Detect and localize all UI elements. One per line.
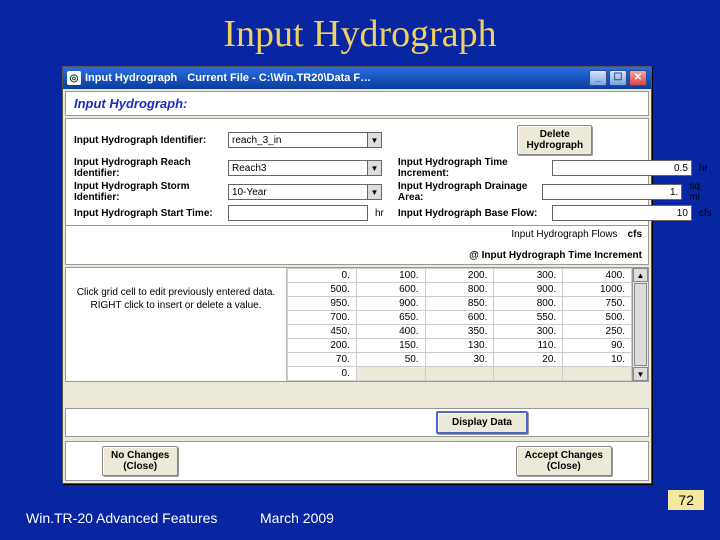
- grid-cell[interactable]: 500.: [563, 311, 632, 325]
- grid-hint: Click grid cell to edit previously enter…: [66, 268, 286, 381]
- grid-cell[interactable]: [494, 367, 563, 381]
- page-number: 72: [668, 490, 704, 510]
- delete-hydrograph-button[interactable]: Delete Hydrograph: [517, 125, 592, 155]
- grid-cell[interactable]: 300.: [494, 325, 563, 339]
- grid-cell[interactable]: 950.: [288, 297, 357, 311]
- id-input[interactable]: [228, 132, 368, 148]
- vertical-scrollbar[interactable]: ▲ ▼: [632, 268, 648, 381]
- grid-cell[interactable]: 750.: [563, 297, 632, 311]
- grid-cell[interactable]: [563, 367, 632, 381]
- flow-header: Input Hydrograph Flows cfs @ Input Hydro…: [65, 226, 649, 265]
- app-window: ◎ Input Hydrograph Current File - C:\Win…: [62, 66, 652, 484]
- scroll-thumb[interactable]: [634, 283, 647, 366]
- grid-cell[interactable]: 550.: [494, 311, 563, 325]
- baseflow-unit: cfs: [699, 208, 712, 219]
- grid-cell[interactable]: 600.: [356, 283, 425, 297]
- start-label: Input Hydrograph Start Time:: [74, 208, 224, 219]
- grid-cell[interactable]: 400.: [563, 269, 632, 283]
- form-area: Input Hydrograph Identifier: ▼ Delete Hy…: [65, 118, 649, 226]
- grid-cell[interactable]: 350.: [425, 325, 494, 339]
- increment-label: Input Hydrograph Time Increment:: [398, 157, 548, 179]
- maximize-button[interactable]: ☐: [609, 70, 627, 86]
- grid-cell[interactable]: 30.: [425, 353, 494, 367]
- window-buttons: _ ☐ ✕: [589, 70, 647, 86]
- grid-cell[interactable]: 900.: [356, 297, 425, 311]
- footer-date: March 2009: [260, 510, 334, 526]
- grid-cell[interactable]: 130.: [425, 339, 494, 353]
- grid-cell[interactable]: 450.: [288, 325, 357, 339]
- grid-cell[interactable]: 200.: [288, 339, 357, 353]
- increment-unit: hr: [699, 163, 708, 174]
- close-button[interactable]: ✕: [629, 70, 647, 86]
- grid-cell[interactable]: 150.: [356, 339, 425, 353]
- area-unit: sq mi: [689, 181, 711, 203]
- display-row: Display Data: [65, 408, 649, 437]
- scroll-down-icon[interactable]: ▼: [633, 367, 648, 381]
- grid-cell[interactable]: 300.: [494, 269, 563, 283]
- grid-cell[interactable]: 70.: [288, 353, 357, 367]
- flow-header-unit: cfs: [628, 229, 642, 240]
- footer-left: Win.TR-20 Advanced Features: [26, 510, 217, 526]
- grid-cell[interactable]: 700.: [288, 311, 357, 325]
- accept-changes-button[interactable]: Accept Changes (Close): [516, 446, 612, 476]
- grid-cell[interactable]: 800.: [425, 283, 494, 297]
- reach-label: Input Hydrograph Reach Identifier:: [74, 157, 224, 179]
- start-unit: hr: [375, 208, 384, 219]
- minimize-button[interactable]: _: [589, 70, 607, 86]
- slide-title: Input Hydrograph: [0, 0, 720, 62]
- grid-zone: Click grid cell to edit previously enter…: [65, 267, 649, 382]
- grid-cell[interactable]: [356, 367, 425, 381]
- grid-cell[interactable]: 400.: [356, 325, 425, 339]
- id-label: Input Hydrograph Identifier:: [74, 135, 224, 146]
- action-row: No Changes (Close) Accept Changes (Close…: [65, 441, 649, 481]
- flow-header-sub: @ Input Hydrograph Time Increment: [72, 250, 642, 261]
- grid-cell[interactable]: 900.: [494, 283, 563, 297]
- chevron-down-icon[interactable]: ▼: [368, 184, 382, 200]
- titlebar: ◎ Input Hydrograph Current File - C:\Win…: [63, 67, 651, 89]
- titlebar-app: Input Hydrograph: [85, 72, 177, 84]
- grid-cell[interactable]: 0.: [288, 367, 357, 381]
- area-label: Input Hydrograph Drainage Area:: [398, 181, 538, 203]
- panel-heading: Input Hydrograph:: [65, 91, 649, 116]
- grid-cell[interactable]: 110.: [494, 339, 563, 353]
- grid-cell[interactable]: 100.: [356, 269, 425, 283]
- baseflow-input[interactable]: [552, 205, 692, 221]
- grid-cell[interactable]: 20.: [494, 353, 563, 367]
- grid-cell[interactable]: 0.: [288, 269, 357, 283]
- start-input[interactable]: [228, 205, 368, 221]
- grid-cell[interactable]: 90.: [563, 339, 632, 353]
- grid-cell[interactable]: 1000.: [563, 283, 632, 297]
- chevron-down-icon[interactable]: ▼: [368, 160, 382, 176]
- grid-cell[interactable]: 800.: [494, 297, 563, 311]
- display-data-button[interactable]: Display Data: [436, 411, 528, 434]
- baseflow-label: Input Hydrograph Base Flow:: [398, 208, 548, 219]
- grid-cell[interactable]: 250.: [563, 325, 632, 339]
- increment-input[interactable]: [552, 160, 692, 176]
- grid-cell[interactable]: 600.: [425, 311, 494, 325]
- flow-header-label: Input Hydrograph Flows: [511, 229, 617, 240]
- grid-cell[interactable]: 500.: [288, 283, 357, 297]
- reach-input[interactable]: [228, 160, 368, 176]
- storm-label: Input Hydrograph Storm Identifier:: [74, 181, 224, 203]
- grid-cell[interactable]: 10.: [563, 353, 632, 367]
- grid-cell[interactable]: 650.: [356, 311, 425, 325]
- app-icon: ◎: [67, 71, 81, 85]
- grid-cell[interactable]: 50.: [356, 353, 425, 367]
- storm-input[interactable]: [228, 184, 368, 200]
- chevron-down-icon[interactable]: ▼: [368, 132, 382, 148]
- no-changes-button[interactable]: No Changes (Close): [102, 446, 178, 476]
- scroll-up-icon[interactable]: ▲: [633, 268, 648, 282]
- grid-cell[interactable]: 200.: [425, 269, 494, 283]
- titlebar-file: Current File - C:\Win.TR20\Data F…: [187, 72, 371, 84]
- data-grid[interactable]: 0.100.200.300.400.500.600.800.900.1000.9…: [286, 268, 632, 381]
- grid-cell[interactable]: [425, 367, 494, 381]
- area-input[interactable]: [542, 184, 682, 200]
- grid-cell[interactable]: 850.: [425, 297, 494, 311]
